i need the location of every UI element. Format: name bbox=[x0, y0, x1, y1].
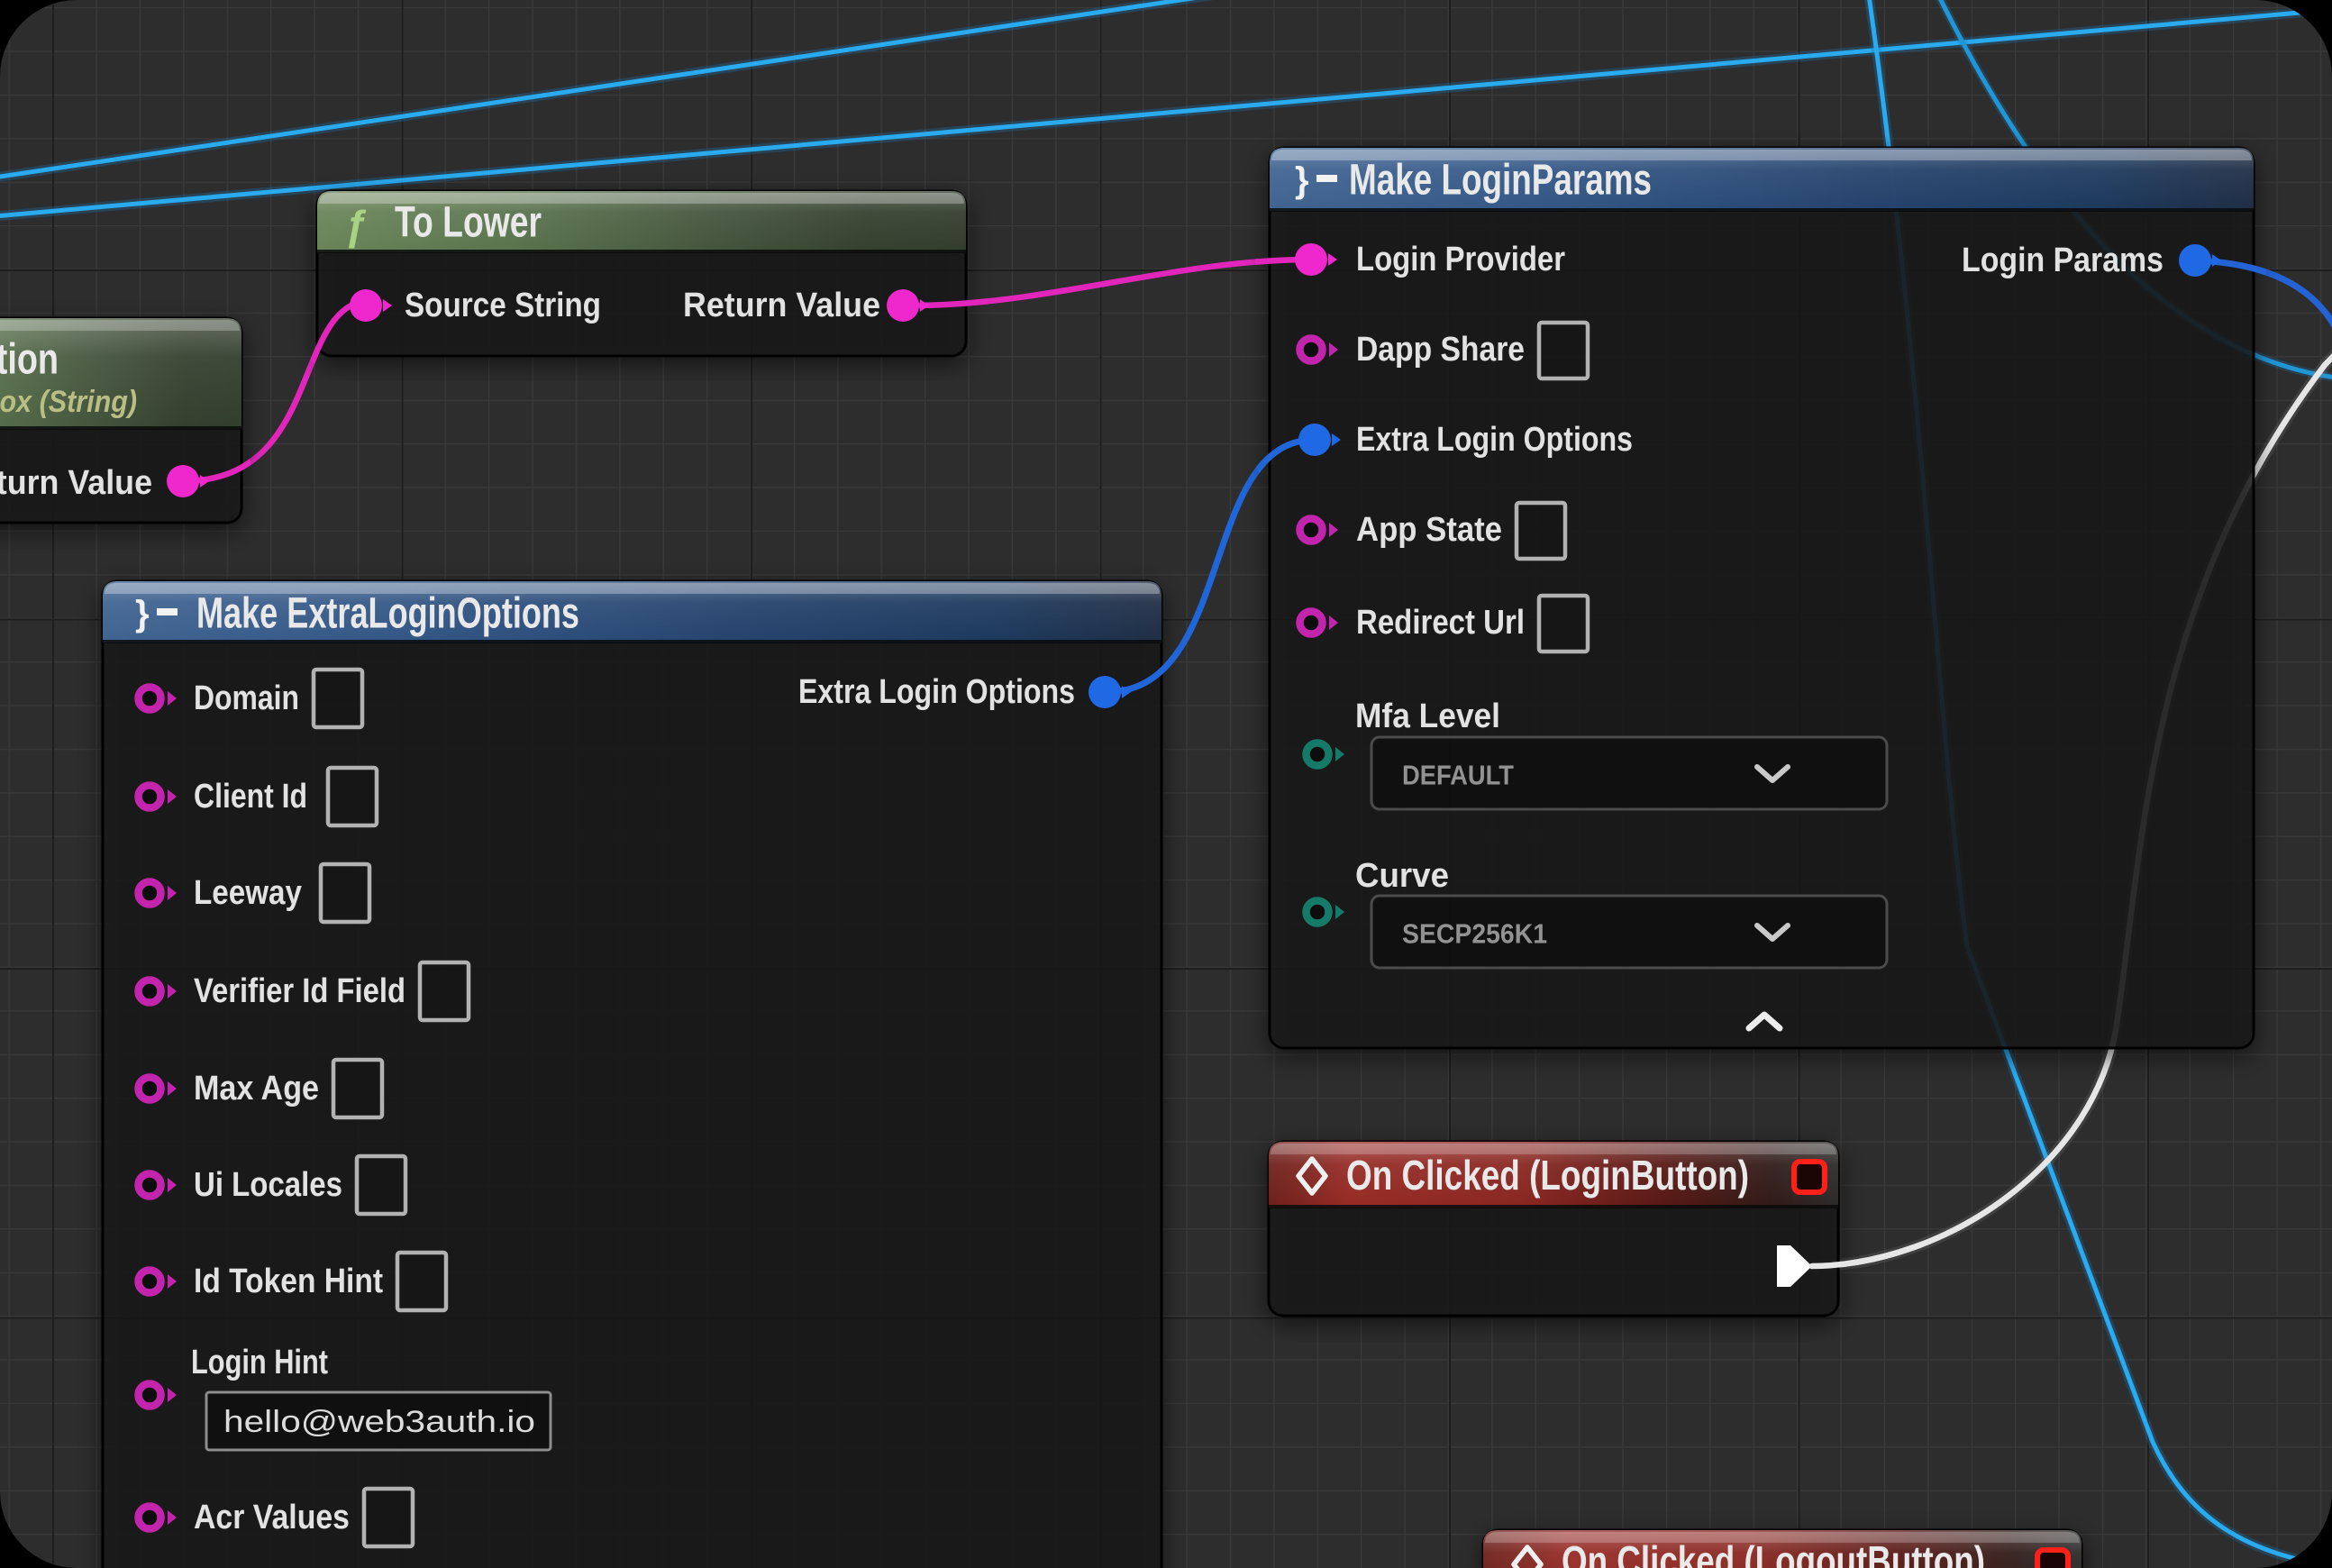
svg-text:Combo Box (String): Combo Box (String) bbox=[0, 385, 137, 419]
svg-text:Ui Locales: Ui Locales bbox=[194, 1166, 342, 1204]
svg-text:Id Token Hint: Id Token Hint bbox=[194, 1263, 383, 1300]
svg-text:Login Params: Login Params bbox=[1962, 242, 2163, 279]
svg-text:On Clicked (LogoutButton): On Clicked (LogoutButton) bbox=[1562, 1537, 1985, 1568]
svg-text:Extra Login Options: Extra Login Options bbox=[798, 673, 1075, 711]
svg-text:Domain: Domain bbox=[194, 679, 299, 717]
svg-text:Verifier Id Field: Verifier Id Field bbox=[194, 972, 405, 1010]
svg-text:hello@web3auth.io: hello@web3auth.io bbox=[223, 1405, 535, 1439]
svg-text:Get Selected Option: Get Selected Option bbox=[0, 336, 59, 384]
svg-text:DEFAULT: DEFAULT bbox=[1402, 760, 1514, 791]
svg-text:Curve: Curve bbox=[1355, 857, 1449, 895]
svg-text:Make LoginParams: Make LoginParams bbox=[1349, 157, 1652, 205]
svg-text:Return Value: Return Value bbox=[683, 287, 880, 324]
svg-text:On Clicked (LoginButton): On Clicked (LoginButton) bbox=[1346, 1152, 1749, 1199]
svg-text:Make ExtraLoginOptions: Make ExtraLoginOptions bbox=[196, 590, 579, 638]
svg-text:Leeway: Leeway bbox=[194, 874, 302, 912]
svg-text:Source String: Source String bbox=[405, 287, 601, 324]
svg-text:Login Hint: Login Hint bbox=[191, 1344, 328, 1381]
svg-text:Mfa Level: Mfa Level bbox=[1355, 697, 1500, 735]
svg-text:SECP256K1: SECP256K1 bbox=[1402, 918, 1547, 950]
svg-text:Login Provider: Login Provider bbox=[1356, 241, 1565, 278]
svg-text:Acr Values: Acr Values bbox=[194, 1499, 350, 1536]
svg-text:Max Age: Max Age bbox=[194, 1070, 319, 1108]
svg-text:To Lower: To Lower bbox=[395, 199, 542, 247]
svg-text:Client Id: Client Id bbox=[194, 778, 307, 816]
svg-text:}: } bbox=[135, 594, 150, 634]
svg-text:Return Value: Return Value bbox=[0, 464, 152, 502]
svg-text:Redirect Url: Redirect Url bbox=[1356, 604, 1525, 642]
svg-text:ƒ: ƒ bbox=[344, 202, 368, 249]
svg-text:Dapp Share: Dapp Share bbox=[1356, 331, 1525, 369]
svg-text:Extra Login Options: Extra Login Options bbox=[1356, 421, 1633, 459]
svg-text:}: } bbox=[1295, 160, 1309, 200]
svg-text:App State: App State bbox=[1356, 511, 1502, 549]
